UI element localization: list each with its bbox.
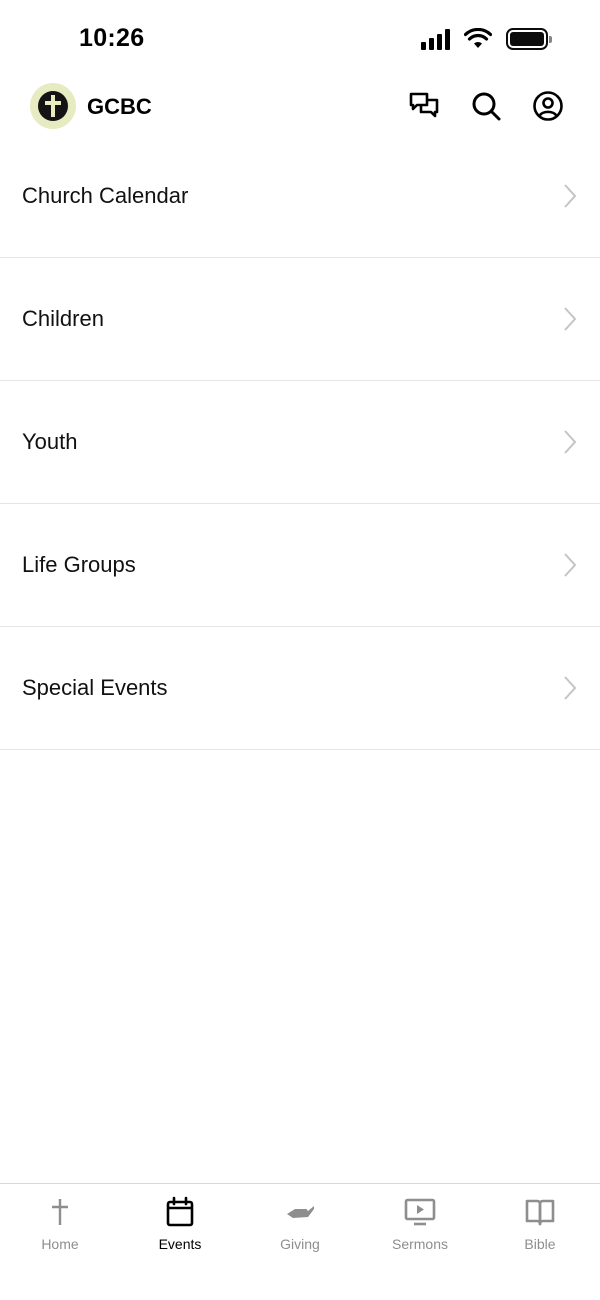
- menu-item-label: Life Groups: [22, 552, 136, 577]
- tab-label: Sermons: [391, 1236, 449, 1252]
- chat-bubbles-icon: [409, 92, 439, 118]
- app-name: GCBC: [87, 94, 152, 119]
- battery-icon: [506, 28, 552, 50]
- search-button[interactable]: [470, 90, 502, 122]
- menu-item-children[interactable]: Children: [0, 258, 600, 381]
- header-actions: [408, 90, 564, 122]
- giving-hand-icon: [287, 1206, 314, 1218]
- video-play-icon: [404, 1198, 436, 1226]
- menu-item-label: Youth: [22, 429, 78, 454]
- status-icons: [421, 28, 552, 50]
- user-circle-icon: [533, 91, 563, 121]
- menu-item-special-events[interactable]: Special Events: [0, 627, 600, 750]
- calendar-icon: [166, 1196, 194, 1227]
- menu-item-label: Children: [22, 306, 104, 331]
- tab-sermons[interactable]: Sermons: [360, 1184, 480, 1300]
- status-bar: 10:26: [0, 0, 600, 80]
- menu-item-life-groups[interactable]: Life Groups: [0, 504, 600, 627]
- menu-item-church-calendar[interactable]: Church Calendar: [0, 135, 600, 258]
- tab-label: Giving: [280, 1236, 320, 1252]
- events-menu-list: Church Calendar Children Youth Life Grou…: [0, 135, 600, 750]
- tab-giving[interactable]: Giving: [240, 1184, 360, 1300]
- menu-item-youth[interactable]: Youth: [0, 381, 600, 504]
- tab-label: Bible: [524, 1236, 556, 1252]
- status-time: 10:26: [79, 24, 145, 52]
- tab-home[interactable]: Home: [0, 1184, 120, 1300]
- church-logo[interactable]: [30, 83, 76, 129]
- chevron-right-icon: [564, 430, 577, 454]
- cross-logo-icon: [38, 91, 68, 121]
- tab-events[interactable]: Events: [120, 1184, 240, 1300]
- app-header: GCBC: [0, 80, 600, 140]
- chevron-right-icon: [564, 553, 577, 577]
- menu-item-label: Church Calendar: [22, 183, 189, 208]
- chevron-right-icon: [564, 307, 577, 331]
- messages-button[interactable]: [408, 90, 440, 122]
- chevron-right-icon: [564, 676, 577, 700]
- menu-item-label: Special Events: [22, 675, 168, 700]
- search-icon: [472, 92, 501, 121]
- profile-button[interactable]: [532, 90, 564, 122]
- tab-label: Events: [158, 1236, 202, 1252]
- cross-icon: [52, 1199, 68, 1225]
- cellular-signal-icon: [421, 28, 450, 50]
- bottom-tab-bar: Home Events Giving Sermons Bible: [0, 1183, 600, 1300]
- tab-bible[interactable]: Bible: [480, 1184, 600, 1300]
- tab-label: Home: [41, 1236, 79, 1252]
- open-book-icon: [525, 1199, 555, 1226]
- wifi-icon: [464, 28, 492, 48]
- chevron-right-icon: [564, 184, 577, 208]
